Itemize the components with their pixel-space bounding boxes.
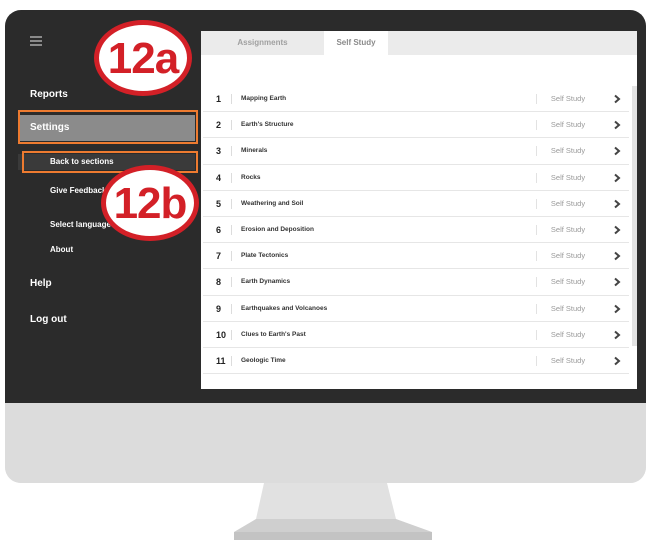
section-type: Self Study <box>550 329 586 339</box>
chevron-right-icon[interactable] <box>612 146 622 156</box>
chevron-right-icon[interactable] <box>612 120 622 130</box>
section-title: Earth Dynamics <box>241 278 291 286</box>
chevron-right-icon[interactable] <box>612 199 622 209</box>
table-row[interactable]: 2 Earth's Structure Self Study <box>203 112 629 139</box>
table-row[interactable]: 9 Earthquakes and Volcanoes Self Study <box>203 295 629 322</box>
sidebar-item-label: About <box>50 245 74 254</box>
table-row[interactable]: 6 Erosion and Deposition Self Study <box>203 216 629 244</box>
main-panel: Assignments Self Study 1 Mapping Earth Sel… <box>201 31 637 389</box>
section-type: Self Study <box>550 277 586 287</box>
tab-self-study[interactable]: Self Study <box>324 31 388 55</box>
section-type: Self Study <box>550 94 586 103</box>
chevron-right-icon[interactable] <box>612 330 622 340</box>
sidebar-item-about[interactable]: About <box>18 245 201 254</box>
section-type: Self Study <box>550 146 586 156</box>
section-type: Self Study <box>550 198 586 208</box>
callout-badge-12a: 12a <box>94 20 192 96</box>
section-type: Self Study <box>550 224 586 234</box>
sidebar-item-label: Give Feedback <box>50 186 107 195</box>
section-type: Self Study <box>550 120 586 130</box>
tab-assignments[interactable]: Assignments <box>201 31 324 55</box>
callout-badge-12b: 12b <box>101 165 199 241</box>
table-row[interactable]: 1 Mapping Earth Self Study <box>203 86 629 113</box>
scrollbar[interactable] <box>632 86 637 346</box>
section-title: Plate Tectonics <box>241 252 289 260</box>
table-row[interactable]: 3 Minerals Self Study <box>203 138 629 165</box>
callout-label: 12a <box>107 34 179 83</box>
section-type: Self Study <box>550 251 586 261</box>
sidebar-item-reports[interactable]: Reports <box>18 89 201 100</box>
settings-highlight-box <box>18 110 198 144</box>
tab-label: Assignments <box>237 38 288 47</box>
section-title: Erosion and Deposition <box>241 225 314 233</box>
table-row[interactable]: 11 Geologic Time Self Study <box>203 347 629 375</box>
section-title: Clues to Earth's Past <box>241 330 306 338</box>
chevron-right-icon[interactable] <box>612 225 622 235</box>
tab-bar: Assignments Self Study <box>201 31 637 55</box>
sidebar-item-label: Help <box>30 278 52 289</box>
section-title: Earth's Structure <box>241 121 294 129</box>
section-title: Rocks <box>241 173 261 181</box>
chevron-right-icon[interactable] <box>612 94 622 104</box>
callout-label: 12b <box>113 179 188 228</box>
chevron-right-icon[interactable] <box>612 356 622 366</box>
section-type: Self Study <box>550 303 586 313</box>
section-title: Geologic Time <box>241 356 286 364</box>
chevron-right-icon[interactable] <box>612 277 622 287</box>
table-row[interactable]: 8 Earth Dynamics Self Study <box>203 269 629 296</box>
chevron-right-icon[interactable] <box>612 173 622 183</box>
table-row[interactable]: 4 Rocks Self Study <box>203 164 629 191</box>
sidebar-item-help[interactable]: Help <box>18 278 201 289</box>
sidebar-item-log-out[interactable]: Log out <box>18 314 201 325</box>
monitor-chin <box>5 403 646 483</box>
section-list: 1 Mapping Earth Self Study 2 Earth's Struct… <box>203 86 629 375</box>
tab-label: Self Study <box>336 38 376 47</box>
table-row[interactable]: 10 Clues to Earth's Past Self Study <box>203 321 629 348</box>
sidebar-item-label: Select language <box>50 220 111 229</box>
sidebar-item-label: Log out <box>30 314 67 325</box>
menu-icon[interactable] <box>30 36 42 46</box>
chevron-right-icon[interactable] <box>612 251 622 261</box>
table-row[interactable]: 5 Weathering and Soil Self Study <box>203 190 629 217</box>
section-type: Self Study <box>550 355 586 365</box>
section-title: Mapping Earth <box>241 95 287 102</box>
chevron-right-icon[interactable] <box>612 304 622 314</box>
section-type: Self Study <box>550 172 586 182</box>
sidebar-item-label: Reports <box>30 89 68 100</box>
section-title: Weathering and Soil <box>241 199 304 207</box>
section-title: Earthquakes and Volcanoes <box>241 304 328 312</box>
section-title: Minerals <box>241 147 268 155</box>
table-row[interactable]: 7 Plate Tectonics Self Study <box>203 243 629 270</box>
